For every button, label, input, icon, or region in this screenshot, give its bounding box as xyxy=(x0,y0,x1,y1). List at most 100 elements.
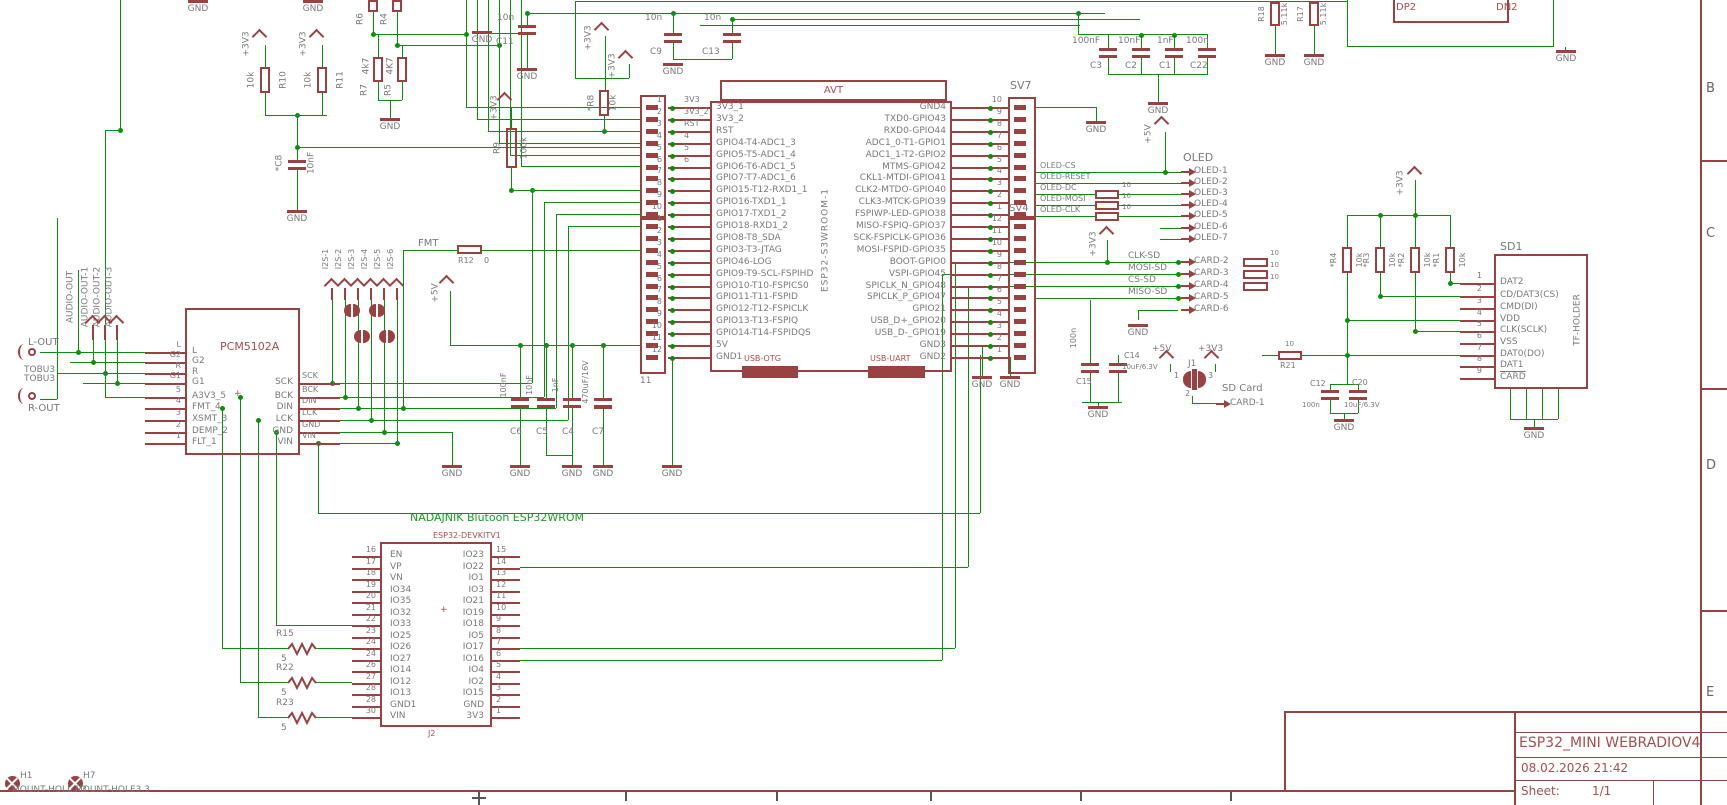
wrom-pin-name[interactable]: IO4 xyxy=(400,666,484,675)
ic-pin-name[interactable]: CLK3-MTCK-GPIO39 xyxy=(746,198,946,207)
sd-pin-name[interactable]: CMD(DI) xyxy=(1500,303,1538,312)
resistor-r9[interactable] xyxy=(506,128,517,168)
resistor-rp3[interactable] xyxy=(1375,247,1385,273)
sd-pin-name[interactable]: VDD xyxy=(1500,315,1520,324)
wire-segment xyxy=(397,12,398,45)
sd-pin-name[interactable]: VSS xyxy=(1500,338,1518,347)
sd-pin-name[interactable]: DAT1 xyxy=(1500,361,1523,370)
ic-pin-name[interactable]: MOSI-FSPID-GPIO35 xyxy=(746,246,946,255)
resistor-r7[interactable] xyxy=(373,57,383,82)
net-pin-label[interactable]: CARD-4 xyxy=(1194,281,1229,290)
net-pin-label[interactable]: OLED-3 xyxy=(1194,189,1228,198)
wrom-pin-name[interactable]: IO1 xyxy=(400,574,484,583)
ic-pin-name[interactable]: GND1 xyxy=(716,353,742,362)
sd-pin-name[interactable]: CLK(SCLK) xyxy=(1500,326,1547,335)
wrom-pin-name[interactable]: 3V3 xyxy=(400,712,484,721)
resistor-rp4[interactable] xyxy=(1342,247,1352,273)
ic-pin-name[interactable]: FSPIWP-LED-GPIO38 xyxy=(746,210,946,219)
wrom-pin-name[interactable]: IO23 xyxy=(400,551,484,560)
sd-pin-name[interactable]: CARD xyxy=(1500,373,1526,382)
resistor-r15[interactable] xyxy=(287,641,318,657)
net-pin-label[interactable]: OLED-1 xyxy=(1194,167,1228,176)
net-pin-label[interactable]: CARD-6 xyxy=(1194,305,1229,314)
net-pin-label[interactable]: OLED-2 xyxy=(1194,178,1228,187)
resistor-card-series[interactable] xyxy=(1243,282,1268,291)
sd-pin-name[interactable]: DAT2 xyxy=(1500,278,1523,287)
resistor-r4[interactable] xyxy=(392,0,402,12)
solder-jumper-icon[interactable] xyxy=(369,304,376,317)
ic-pin-name[interactable]: 3V3_2 xyxy=(716,115,744,124)
wrom-pin-name[interactable]: IO21 xyxy=(400,597,484,606)
ic-pin-name[interactable]: SPICLK_N_GPIO48 xyxy=(746,282,946,291)
net-pin-label[interactable]: OLED-6 xyxy=(1194,223,1228,232)
resistor-r23[interactable] xyxy=(287,710,318,726)
wrom-pin-name[interactable]: IO5 xyxy=(400,632,484,641)
wrom-pin-name[interactable]: IO16 xyxy=(400,655,484,664)
ic-pin-name[interactable]: USB_D+_GPIO20 xyxy=(746,317,946,326)
solder-jumper-icon[interactable] xyxy=(379,330,386,343)
resistor-r12[interactable] xyxy=(457,245,482,254)
ic-pin-name[interactable]: TXD0-GPIO43 xyxy=(746,115,947,124)
resistor-r18[interactable] xyxy=(1270,2,1280,26)
sd-pin-name[interactable]: DAT0(DO) xyxy=(1500,350,1545,359)
ic-pin-name[interactable]: GND4 xyxy=(746,103,946,112)
ic-pin-name[interactable]: ADC1_0-T1-GPIO1 xyxy=(746,139,946,148)
ic-pin-name[interactable]: 5V xyxy=(716,341,728,350)
ic-pin-name[interactable]: SCK-FSPICLK-GPIO36 xyxy=(746,234,946,243)
resistor-r10[interactable] xyxy=(260,67,270,93)
ic-pin-name[interactable]: RST xyxy=(716,127,733,136)
resistor-card-series[interactable] xyxy=(1243,270,1268,279)
wrom-pin-name[interactable]: IO15 xyxy=(400,689,484,698)
wrom-pin-name[interactable]: IO19 xyxy=(400,609,484,618)
resistor-rp1[interactable] xyxy=(1445,247,1455,273)
ic-pin-name[interactable]: GND2 xyxy=(746,353,946,362)
wrom-pin-name[interactable]: IO17 xyxy=(400,643,484,652)
resistor-oled-series[interactable] xyxy=(1095,212,1119,221)
ic-pin-name[interactable]: GND3 xyxy=(746,341,946,350)
ic-pin-name[interactable]: CKL1-MTDI-GPIO41 xyxy=(746,174,946,183)
resistor-r11[interactable] xyxy=(317,67,327,93)
resistor-r22[interactable] xyxy=(287,675,318,691)
wrom-pin-name[interactable]: IO2 xyxy=(400,678,484,687)
net-pin-label[interactable]: CARD-3 xyxy=(1194,269,1229,278)
sd-pin-name[interactable]: CD/DAT3(CS) xyxy=(1500,291,1559,300)
audio-jack-icon[interactable] xyxy=(28,348,36,356)
ic-pin-name[interactable]: SPICLK_P_GPIO47 xyxy=(746,293,946,302)
resistor-card-series[interactable] xyxy=(1243,258,1268,267)
net-pin-label[interactable]: OLED-7 xyxy=(1194,234,1228,243)
resistor-r5[interactable] xyxy=(397,57,407,82)
ic-pin-name[interactable]: CLK2-MTDO-GPIO40 xyxy=(746,186,946,195)
ic-pin-name[interactable]: MISO-FSPIQ-GPIO37 xyxy=(746,222,946,231)
ic-pin-name[interactable]: GPIO21 xyxy=(746,305,946,314)
resistor-oled-series[interactable] xyxy=(1095,190,1119,199)
wrom-pin-name[interactable]: IO3 xyxy=(400,586,484,595)
net-pin-label[interactable]: OLED-4 xyxy=(1194,200,1228,209)
resistor-r6[interactable] xyxy=(368,0,378,12)
solder-jumper-icon[interactable] xyxy=(363,330,370,343)
solder-jumper-icon[interactable] xyxy=(354,330,361,343)
audio-jack-icon[interactable] xyxy=(28,392,36,400)
net-pin-label[interactable]: OLED-5 xyxy=(1194,211,1228,220)
wrom-pin-name[interactable]: IO22 xyxy=(400,563,484,572)
solder-jumper-icon[interactable] xyxy=(388,330,395,343)
jumper-j1[interactable] xyxy=(1183,371,1191,388)
ic-pin-name[interactable]: ADC1_1-T2-GPIO2 xyxy=(746,151,946,160)
ic-pin-name[interactable]: MTMS-GPIO42 xyxy=(746,163,946,172)
net-pin-label[interactable]: CARD-1 xyxy=(1230,399,1265,408)
resistor-r21[interactable] xyxy=(1278,351,1302,360)
resistor-oled-series[interactable] xyxy=(1095,201,1119,210)
resistor-r8[interactable] xyxy=(599,90,609,116)
ic-pin-name[interactable]: RXD0-GPIO44 xyxy=(746,127,946,136)
net-pin-label[interactable]: CARD-5 xyxy=(1194,293,1229,302)
wrom-pin-name[interactable]: GND xyxy=(400,701,484,710)
ic-pin-name[interactable]: USB_D-_GPIO19 xyxy=(746,329,946,338)
resistor-r17[interactable] xyxy=(1309,2,1319,26)
solder-jumper-icon[interactable] xyxy=(344,304,351,317)
ic-pin-name[interactable]: 3V3_1 xyxy=(716,103,744,112)
jumper-j1[interactable] xyxy=(1198,371,1206,388)
ic-pin-name[interactable]: VSPI-GPIO45 xyxy=(746,270,946,279)
resistor-rp2[interactable] xyxy=(1410,247,1420,273)
ic-pin-name[interactable]: BOOT-GPIO0 xyxy=(746,258,946,267)
wrom-pin-name[interactable]: IO18 xyxy=(400,620,484,629)
net-pin-label[interactable]: CARD-2 xyxy=(1194,257,1229,266)
